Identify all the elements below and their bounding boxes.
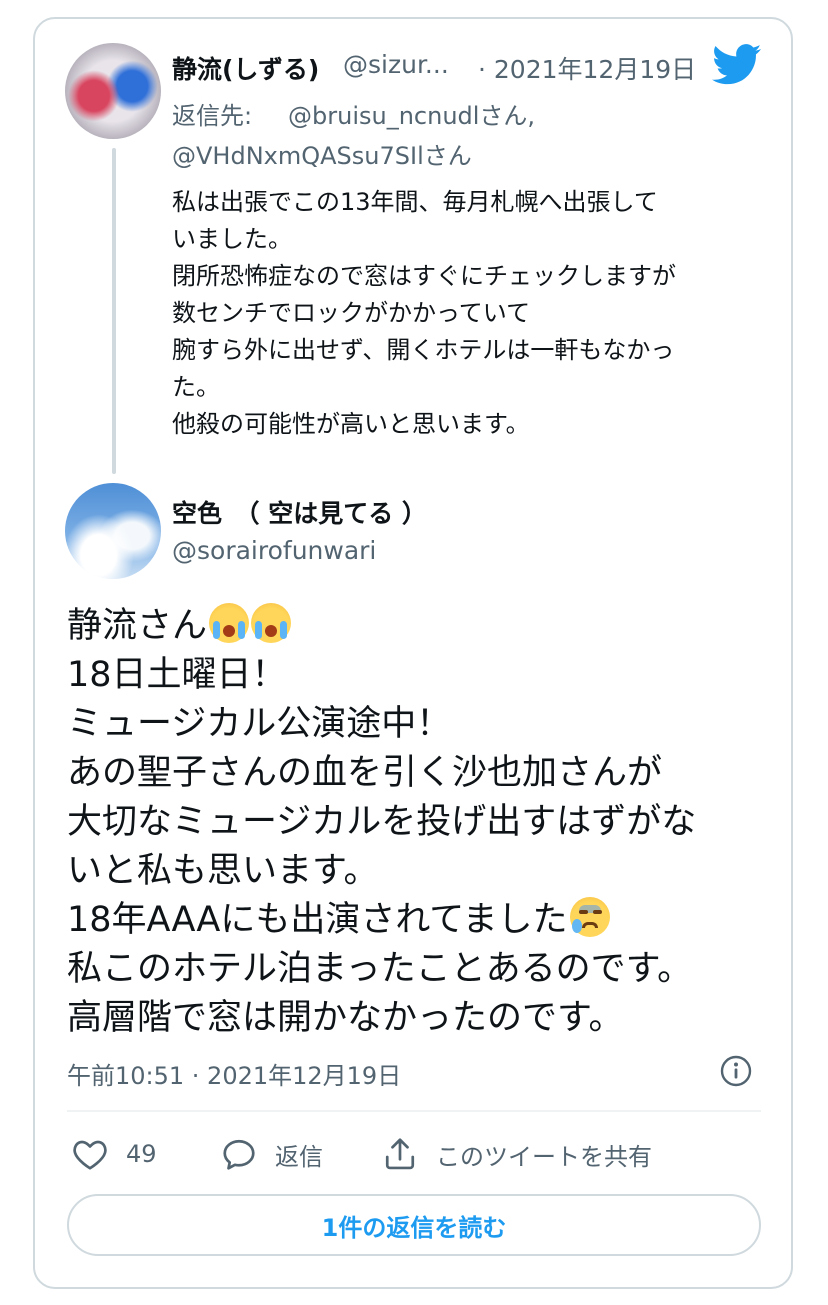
- twitter-bird-icon[interactable]: [712, 44, 762, 86]
- anxious-sweat-face-icon: [569, 897, 610, 937]
- parent-date[interactable]: · 2021年12月19日: [478, 50, 696, 86]
- main-tweet-text: 静流さん 18日土曜日！ ミュージカル公演途中！ あの聖子さんの血を引く沙也加さ…: [67, 602, 696, 1043]
- text-line: あの聖子さんの血を引く沙也加さんが: [67, 753, 663, 793]
- loudly-crying-face-icon: [209, 603, 250, 643]
- text-line: 数センチでロックがかかっていて: [172, 299, 531, 327]
- main-avatar[interactable]: [65, 483, 161, 579]
- main-display-name[interactable]: 空色 （ 空は見てる ）: [172, 494, 427, 530]
- text-line: た。: [172, 373, 220, 401]
- text-line: 18年AAAにも出演されてました: [67, 900, 568, 940]
- like-button[interactable]: 49: [72, 1135, 157, 1173]
- share-button[interactable]: このツイートを共有: [382, 1135, 652, 1173]
- text-line: 腕すら外に出せず、開くホテルは一軒もなかっ: [172, 336, 675, 364]
- text-line: 他殺の可能性が高いと思います。: [172, 410, 530, 438]
- like-count: 49: [126, 1140, 157, 1168]
- text-line: 大切なミュージカルを投げ出すはずがな: [67, 802, 697, 842]
- text-line: 私このホテル泊まったことあるのです。: [67, 949, 693, 989]
- reply-label: 返信: [275, 1142, 323, 1171]
- text-line: ミュージカル公演途中！: [67, 704, 452, 744]
- text-line: いました。: [172, 225, 292, 253]
- divider: [67, 1110, 761, 1112]
- reply-to-label: 返信先:: [172, 102, 253, 130]
- text-line: 静流さん: [67, 606, 208, 646]
- read-replies-button[interactable]: 1件の返信を読む: [67, 1194, 761, 1256]
- text-line: いと私も思います。: [67, 851, 379, 891]
- parent-tweet-text: 私は出張でこの13年間、毎月札幌へ出張して いました。 閉所恐怖症なので窓はすぐ…: [172, 184, 676, 443]
- parent-display-name[interactable]: 静流(しずる): [172, 50, 319, 86]
- parent-avatar[interactable]: [65, 43, 161, 139]
- parent-handle[interactable]: @sizur...: [343, 50, 449, 79]
- text-line: 高層階で窓は開かなかったのです。: [67, 998, 624, 1038]
- text-line: 18日土曜日！: [67, 655, 287, 695]
- share-label: このツイートを共有: [436, 1142, 652, 1171]
- share-upload-icon: [385, 1138, 415, 1170]
- text-line: 私は出張でこの13年間、毎月札幌へ出張して: [172, 188, 658, 216]
- reply-to-handle-2[interactable]: @VHdNxmQASsu7SIlさん: [172, 136, 472, 171]
- heart-icon: [73, 1140, 107, 1170]
- tweet-timestamp[interactable]: 午前10:51 · 2021年12月19日: [67, 1056, 401, 1091]
- thread-connector: [112, 148, 116, 474]
- text-line: 閉所恐怖症なので窓はすぐにチェックしますが: [172, 262, 676, 290]
- loudly-crying-face-icon: [251, 603, 292, 643]
- main-handle[interactable]: @sorairofunwari: [172, 536, 376, 565]
- speech-bubble-icon: [223, 1139, 255, 1170]
- info-icon[interactable]: [720, 1055, 752, 1087]
- reply-button[interactable]: 返信: [221, 1135, 323, 1173]
- reply-to-handle-1[interactable]: @bruisu_ncnudlさん,: [288, 96, 535, 131]
